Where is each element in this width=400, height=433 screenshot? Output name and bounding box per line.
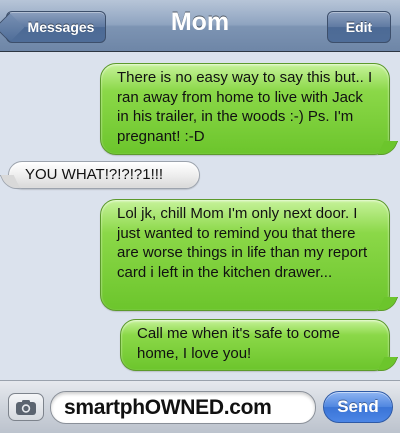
message-thread[interactable]: There is no easy way to say this but.. I… (0, 53, 400, 380)
back-arrow-icon (0, 12, 25, 43)
bubble-tail (377, 297, 399, 311)
message-text: YOU WHAT!?!?!?1!!! (25, 166, 164, 183)
camera-button[interactable] (8, 393, 44, 421)
message-bubble-sent[interactable]: Call me when it's safe to come home, I l… (120, 319, 399, 371)
message-text: There is no easy way to say this but.. I… (117, 69, 373, 145)
back-button-label: Messages (27, 19, 95, 35)
bubble-tail (377, 357, 399, 371)
message-bubble-sent[interactable]: There is no easy way to say this but.. I… (100, 63, 399, 155)
message-input-bar: smartphOWNED.com Send (0, 380, 400, 433)
message-bubble-sent[interactable]: Lol jk, chill Mom I'm only next door. I … (100, 199, 399, 311)
bubble-tail (377, 141, 399, 155)
edit-button[interactable]: Edit (327, 11, 391, 43)
camera-icon (16, 399, 36, 415)
message-text: Lol jk, chill Mom I'm only next door. I … (117, 205, 368, 281)
message-text-field[interactable]: smartphOWNED.com (50, 391, 316, 424)
message-text: Call me when it's safe to come home, I l… (137, 325, 340, 362)
send-button[interactable]: Send (323, 391, 393, 423)
back-button[interactable]: Messages (0, 11, 106, 43)
bubble-tail (0, 175, 21, 189)
navigation-bar: Messages Mom Edit (0, 0, 400, 52)
message-bubble-received[interactable]: YOU WHAT!?!?!?1!!! (0, 161, 200, 189)
